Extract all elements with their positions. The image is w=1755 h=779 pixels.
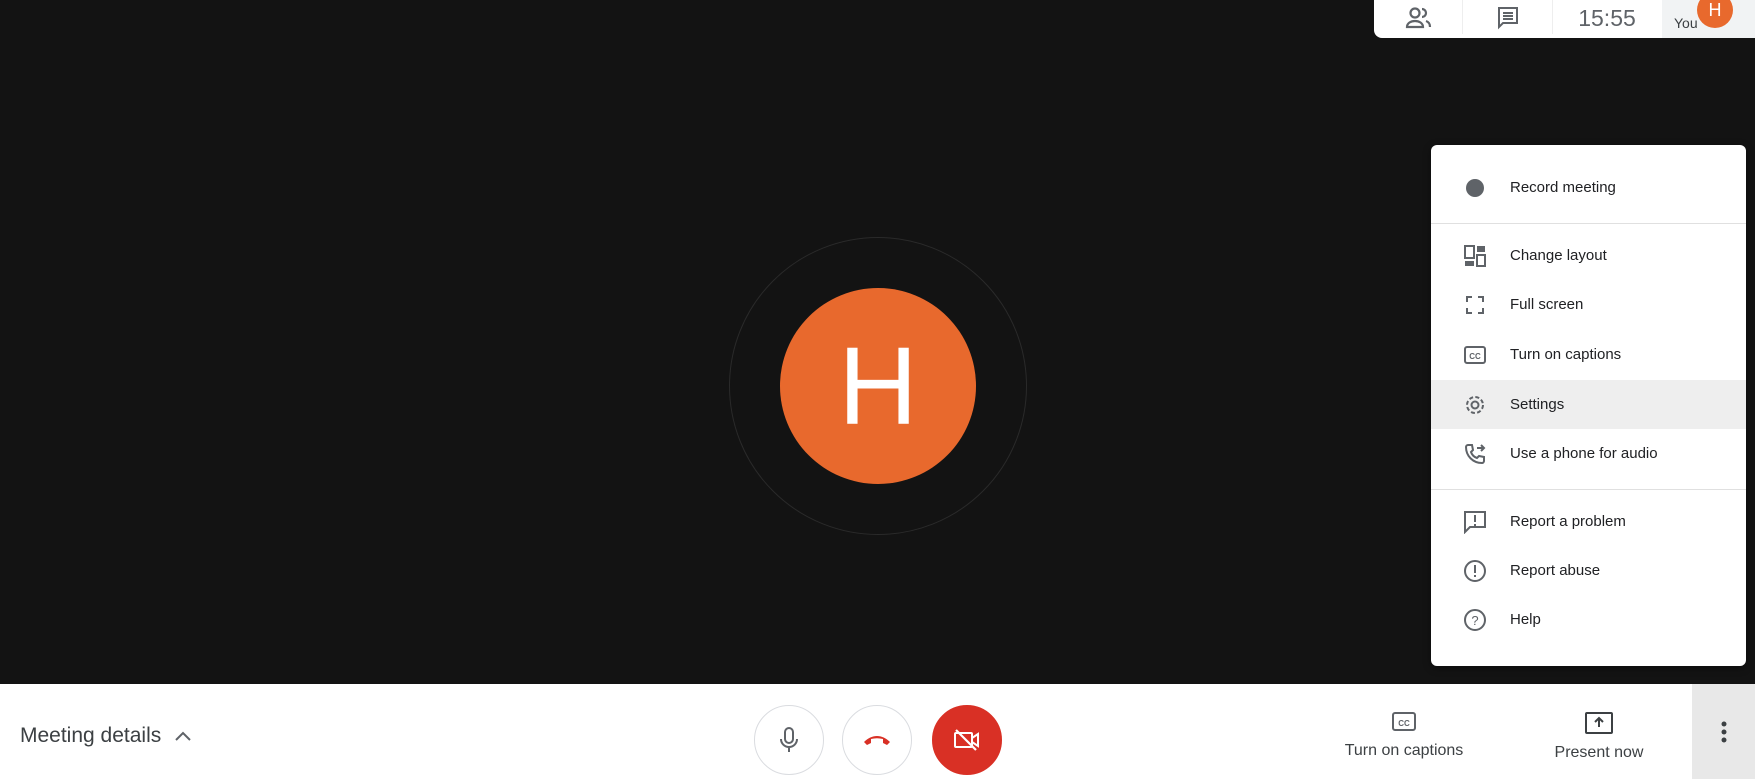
participant-avatar: H bbox=[780, 288, 976, 484]
menu-item-label: Change layout bbox=[1510, 247, 1607, 264]
menu-item-report-abuse[interactable]: Report abuse bbox=[1431, 546, 1746, 595]
menu-item-change-layout[interactable]: Change layout bbox=[1431, 231, 1746, 280]
bottom-bar: Meeting details CC Turn on captions Pres… bbox=[0, 684, 1755, 779]
menu-item-help[interactable]: ? Help bbox=[1431, 595, 1746, 644]
more-options-button[interactable] bbox=[1692, 684, 1755, 779]
report-abuse-icon bbox=[1463, 559, 1487, 583]
meeting-details-button[interactable]: Meeting details bbox=[20, 724, 191, 748]
gear-icon bbox=[1463, 393, 1487, 417]
menu-item-label: Record meeting bbox=[1510, 179, 1616, 196]
more-vert-icon bbox=[1721, 721, 1726, 742]
self-avatar: H bbox=[1697, 0, 1733, 28]
clock-time: 15:55 bbox=[1578, 4, 1636, 31]
hang-up-button[interactable] bbox=[842, 705, 912, 775]
microphone-icon bbox=[780, 727, 798, 752]
menu-item-captions[interactable]: CC Turn on captions bbox=[1431, 330, 1746, 379]
present-now-button[interactable]: Present now bbox=[1519, 712, 1679, 762]
menu-item-settings[interactable]: Settings bbox=[1431, 380, 1746, 429]
menu-item-label: Settings bbox=[1510, 396, 1565, 413]
more-options-menu: Record meeting Change layout Full screen… bbox=[1431, 145, 1746, 666]
microphone-button[interactable] bbox=[754, 705, 824, 775]
camera-toggle-button[interactable] bbox=[932, 705, 1002, 775]
menu-item-label: Use a phone for audio bbox=[1510, 445, 1658, 462]
hang-up-icon bbox=[864, 736, 890, 745]
svg-text:CC: CC bbox=[1469, 352, 1481, 361]
menu-item-label: Full screen bbox=[1510, 296, 1584, 313]
captions-label: Turn on captions bbox=[1344, 742, 1464, 759]
menu-item-label: Report abuse bbox=[1510, 562, 1601, 579]
record-icon bbox=[1463, 176, 1487, 200]
svg-text:CC: CC bbox=[1398, 719, 1410, 728]
captions-icon: CC bbox=[1392, 712, 1416, 731]
you-label: You bbox=[1674, 15, 1698, 31]
menu-item-label: Report a problem bbox=[1510, 513, 1626, 530]
phone-icon bbox=[1463, 442, 1487, 466]
menu-item-record-meeting[interactable]: Record meeting bbox=[1431, 163, 1746, 212]
help-icon: ? bbox=[1463, 608, 1487, 632]
menu-item-full-screen[interactable]: Full screen bbox=[1431, 280, 1746, 329]
layout-icon bbox=[1463, 244, 1487, 268]
people-icon[interactable] bbox=[1399, 0, 1439, 38]
present-icon bbox=[1585, 712, 1613, 734]
svg-text:?: ? bbox=[1471, 613, 1478, 628]
fullscreen-icon bbox=[1463, 293, 1487, 317]
top-bar: 15:55 You H bbox=[1374, 0, 1755, 38]
captions-button[interactable]: CC Turn on captions bbox=[1324, 712, 1484, 760]
report-problem-icon bbox=[1463, 510, 1487, 534]
meeting-details-label: Meeting details bbox=[20, 724, 162, 747]
menu-item-phone-audio[interactable]: Use a phone for audio bbox=[1431, 429, 1746, 478]
present-label: Present now bbox=[1554, 744, 1644, 761]
chevron-up-icon bbox=[175, 731, 191, 741]
self-tile[interactable]: You H bbox=[1662, 0, 1755, 38]
captions-icon: CC bbox=[1463, 343, 1487, 367]
camera-off-icon bbox=[954, 729, 979, 751]
menu-item-report-problem[interactable]: Report a problem bbox=[1431, 497, 1746, 546]
menu-item-label: Turn on captions bbox=[1510, 346, 1622, 363]
menu-item-label: Help bbox=[1510, 611, 1541, 628]
chat-icon[interactable] bbox=[1488, 0, 1528, 38]
